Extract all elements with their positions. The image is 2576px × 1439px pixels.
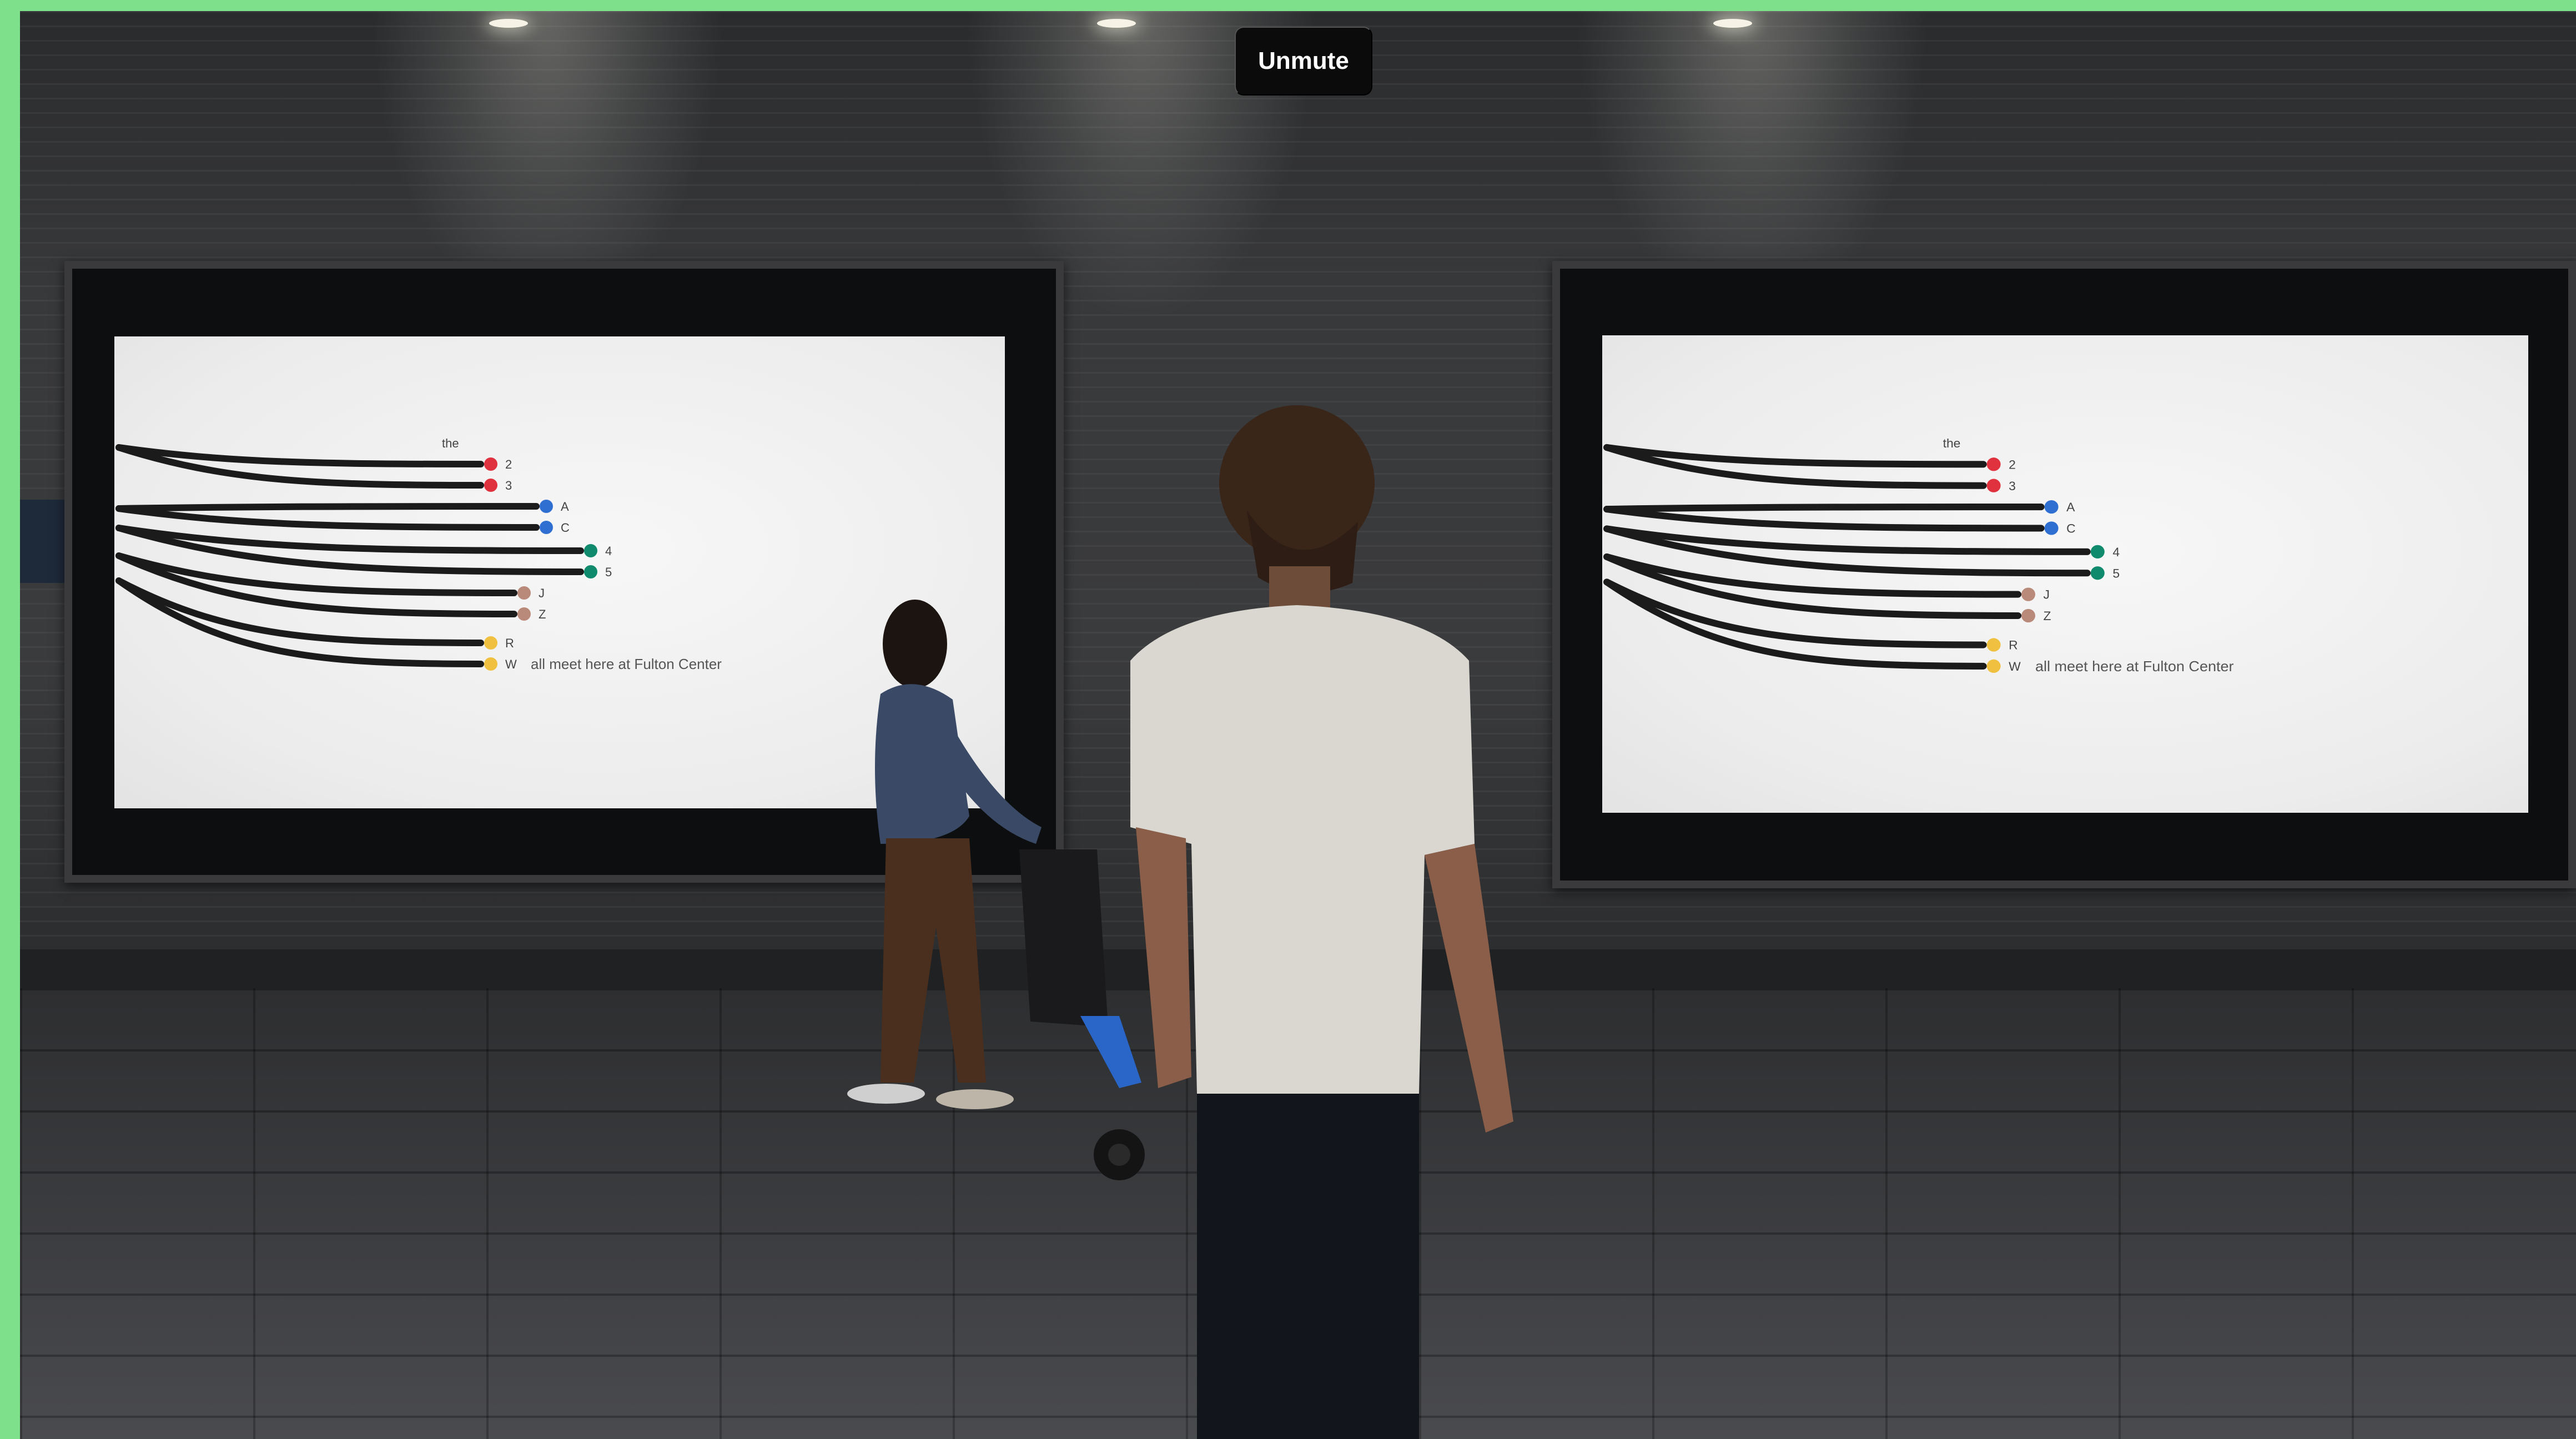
- route-label: Z: [2044, 609, 2051, 623]
- route-bullet: [584, 544, 597, 557]
- route-bullet: [484, 479, 497, 492]
- route-label: 2: [505, 457, 512, 471]
- route-bullet: [2044, 521, 2059, 535]
- route-line: [115, 503, 540, 512]
- billboard-caption: all meet here at Fulton Center: [531, 656, 722, 672]
- route-label: C: [561, 521, 570, 535]
- route-label: A: [561, 500, 569, 514]
- ceiling-lamp: [1713, 19, 1752, 28]
- route-bullet: [517, 586, 531, 600]
- wall-sign: [20, 500, 64, 583]
- route-bullet: [484, 457, 497, 471]
- route-label: 3: [505, 479, 512, 492]
- intro-word: the: [442, 436, 459, 450]
- ceiling-lamp: [1097, 19, 1136, 28]
- route-label: 2: [2009, 458, 2016, 472]
- route-label: J: [539, 586, 545, 600]
- route-label: A: [2066, 500, 2075, 514]
- route-bullet: [540, 521, 553, 534]
- route-bullet: [517, 607, 531, 621]
- route-line: [115, 505, 540, 531]
- route-label: W: [505, 657, 517, 671]
- route-line: [1603, 503, 2045, 513]
- route-label: R: [2009, 638, 2018, 652]
- route-label: R: [505, 636, 514, 650]
- route-bullet: [1986, 659, 2001, 673]
- unmute-button[interactable]: Unmute: [1235, 27, 1372, 95]
- route-diagram: the 2 3 AC 4 5 JZ RW all meet here at Fulton Cen…: [1603, 436, 2234, 675]
- route-label: W: [2009, 660, 2021, 673]
- route-label: Z: [539, 607, 546, 621]
- route-label: J: [2044, 588, 2050, 602]
- billboard-screen: the 2 3 A C 4 5 J Z R Wall meet here at Fulton Cen…: [1602, 335, 2528, 813]
- ceiling-lamp: [489, 19, 528, 28]
- route-bullet: [2090, 566, 2105, 580]
- route-label: 3: [2009, 479, 2016, 493]
- route-bullet: [2021, 608, 2035, 623]
- route-bullet: [484, 657, 497, 671]
- route-bullet: [2044, 500, 2059, 514]
- route-bullet: [540, 500, 553, 513]
- route-label: C: [2066, 522, 2076, 536]
- route-bullet: [584, 565, 597, 578]
- billboard-caption: all meet here at Fulton Center: [2035, 658, 2234, 675]
- route-bullet: [1986, 457, 2001, 471]
- route-label: 5: [605, 565, 612, 579]
- billboard-right: the 2 3 A C 4 5 J Z R Wall meet here at Fulton Cen…: [1552, 261, 2576, 888]
- route-bullet: [1986, 638, 2001, 652]
- man-in-white-tshirt: [1130, 405, 1513, 1439]
- route-bullet: [2090, 545, 2105, 559]
- route-bullet: [1986, 479, 2001, 492]
- route-label: 5: [2112, 567, 2120, 581]
- route-line: [1603, 506, 2045, 532]
- route-bullet: [2021, 587, 2035, 601]
- route-label: 4: [605, 544, 612, 558]
- video-frame: the 2 3 A C 4 5 J Z R Wall meet here at Fulton Cen…: [20, 11, 2576, 1439]
- intro-word: the: [1943, 436, 1961, 450]
- route-bullet: [484, 636, 497, 650]
- route-label: 4: [2112, 545, 2120, 559]
